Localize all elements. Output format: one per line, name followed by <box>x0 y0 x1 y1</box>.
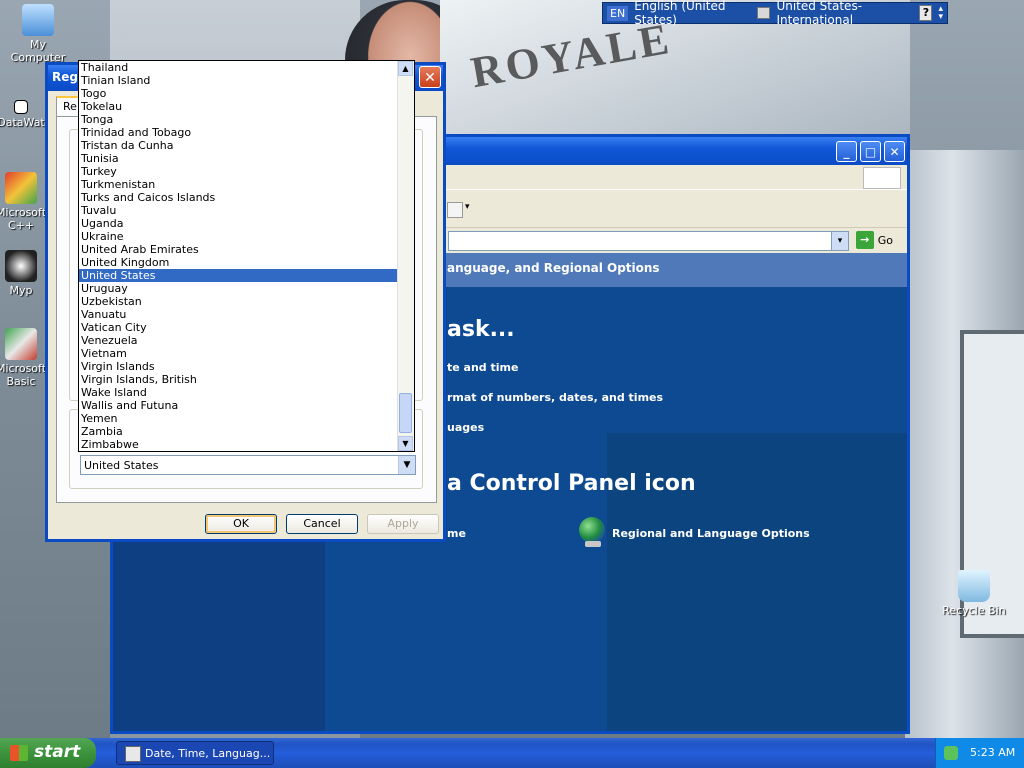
dropdown-option[interactable]: Tuvalu <box>79 204 398 217</box>
dropdown-option[interactable]: Tristan da Cunha <box>79 139 398 152</box>
language-bar[interactable]: EN English (United States) United States… <box>602 0 948 27</box>
go-button[interactable]: → Go <box>855 231 893 249</box>
desktop-icon-myp[interactable]: Myp <box>0 250 48 297</box>
keyboard-layout[interactable]: United States-International <box>776 0 913 27</box>
desktop-icon-datawat[interactable]: DataWat <box>0 100 48 129</box>
clock[interactable]: 5:23 AM <box>970 746 1015 759</box>
go-label: Go <box>877 233 893 247</box>
dropdown-option[interactable]: Tunisia <box>79 152 398 165</box>
desktop-icon-visual-basic[interactable]: Microsoft Basic <box>0 328 48 388</box>
visual-cpp-icon <box>5 172 37 204</box>
taskbar-item-date-time-language[interactable]: Date, Time, Languag... <box>116 741 274 765</box>
location-dropdown-list[interactable]: Thailand Tinian Island Togo Tokelau Tonga Tri… <box>78 60 415 452</box>
desktop-icon-recycle-bin[interactable]: Recycle Bin <box>938 570 1010 617</box>
dropdown-option[interactable]: Uganda <box>79 217 398 230</box>
network-icon[interactable] <box>944 746 958 760</box>
cancel-button[interactable]: Cancel <box>286 514 358 534</box>
scroll-down-button[interactable]: ▼ <box>398 436 413 451</box>
dropdown-option[interactable]: Yemen <box>79 412 398 425</box>
desktop-icon-label: Myp <box>9 284 33 297</box>
scroll-thumb[interactable] <box>399 393 412 433</box>
start-label: start <box>34 742 81 762</box>
task-link-number-format[interactable]: rmat of numbers, dates, and times <box>447 391 663 404</box>
dropdown-option[interactable]: Turkmenistan <box>79 178 398 191</box>
dropdown-option[interactable]: Uzbekistan <box>79 295 398 308</box>
dropdown-option[interactable]: United Kingdom <box>79 256 398 269</box>
dropdown-option[interactable]: Virgin Islands, British <box>79 373 398 386</box>
desktop-icon-my-computer[interactable]: My Computer <box>2 4 74 64</box>
globe-icon[interactable] <box>579 517 605 543</box>
dropdown-option[interactable]: Tokelau <box>79 100 398 113</box>
dropdown-option[interactable]: Tonga <box>79 113 398 126</box>
ok-button[interactable]: OK <box>205 514 277 534</box>
dropdown-option[interactable]: United States <box>79 269 398 282</box>
windows-logo-icon <box>863 167 901 189</box>
dropdown-option[interactable]: Wallis and Futuna <box>79 399 398 412</box>
keyboard-icon[interactable] <box>756 7 771 19</box>
date-time-item[interactable]: me <box>447 527 466 540</box>
scroll-up-button[interactable]: ▲ <box>398 61 413 76</box>
dropdown-scrollbar[interactable]: ▲ ▼ <box>397 61 414 451</box>
globe-stand-icon <box>585 541 601 547</box>
taskbar: start Date, Time, Languag... 5:23 AM <box>0 738 1024 768</box>
desktop-icon-label: Microsoft Basic <box>0 362 47 388</box>
dropdown-option[interactable]: Venezuela <box>79 334 398 347</box>
dropdown-option[interactable]: Vanuatu <box>79 308 398 321</box>
help-icon[interactable]: ? <box>919 5 933 21</box>
pick-task-heading: ask... <box>447 317 515 342</box>
myp-icon <box>5 250 37 282</box>
control-panel-icon <box>125 746 141 762</box>
desktop-icon-visual-cpp[interactable]: Microsoft C++ <box>0 172 48 232</box>
address-input[interactable]: ▾ <box>448 231 849 251</box>
regional-language-options-item[interactable]: Regional and Language Options <box>612 527 810 540</box>
location-value: United States <box>84 459 159 472</box>
desktop-icon-label: Recycle Bin <box>942 604 1006 617</box>
shortcut-icon <box>14 100 28 114</box>
views-icon[interactable] <box>447 202 463 218</box>
dropdown-option[interactable]: Vatican City <box>79 321 398 334</box>
chevron-down-icon[interactable]: ▼ <box>398 456 415 474</box>
dropdown-option[interactable]: Zimbabwe <box>79 438 398 451</box>
page-title: anguage, and Regional Options <box>447 261 660 275</box>
dropdown-option[interactable]: Turks and Caicos Islands <box>79 191 398 204</box>
language-name[interactable]: English (United States) <box>634 0 750 27</box>
dropdown-option[interactable]: Wake Island <box>79 386 398 399</box>
visual-basic-icon <box>5 328 37 360</box>
windows-flag-icon <box>10 745 28 761</box>
minimize-button[interactable]: _ <box>836 141 857 162</box>
dialog-close-button[interactable]: ✕ <box>419 66 441 88</box>
dropdown-option[interactable]: Ukraine <box>79 230 398 243</box>
my-computer-icon <box>22 4 54 36</box>
task-link-date-time[interactable]: te and time <box>447 361 518 374</box>
dropdown-items: Thailand Tinian Island Togo Tokelau Tonga Tri… <box>79 61 414 451</box>
apply-button[interactable]: Apply <box>367 514 439 534</box>
system-tray: 5:23 AM <box>935 738 1024 768</box>
taskbar-item-label: Date, Time, Languag... <box>145 747 271 760</box>
dropdown-option[interactable]: Vietnam <box>79 347 398 360</box>
maximize-button[interactable]: □ <box>860 141 881 162</box>
location-select[interactable]: United States ▼ <box>80 455 416 475</box>
desktop-icon-label: Microsoft C++ <box>0 206 47 232</box>
dropdown-option[interactable]: Thailand <box>79 61 398 74</box>
dropdown-option[interactable]: United Arab Emirates <box>79 243 398 256</box>
desktop-icon-label: DataWat <box>0 116 45 129</box>
dropdown-option[interactable]: Uruguay <box>79 282 398 295</box>
dropdown-option[interactable]: Togo <box>79 87 398 100</box>
recycle-bin-icon <box>958 570 990 602</box>
views-dropdown-icon[interactable]: ▾ <box>465 202 470 212</box>
dropdown-option[interactable]: Tinian Island <box>79 74 398 87</box>
pick-icon-heading: a Control Panel icon <box>447 471 696 496</box>
address-dropdown-icon[interactable]: ▾ <box>831 232 848 250</box>
dropdown-option[interactable]: Trinidad and Tobago <box>79 126 398 139</box>
go-arrow-icon: → <box>855 231 874 249</box>
start-button[interactable]: start <box>0 738 96 768</box>
close-button[interactable]: ✕ <box>884 141 905 162</box>
language-code[interactable]: EN <box>607 5 629 21</box>
desktop-icon-label: My Computer <box>10 38 66 64</box>
dropdown-option[interactable]: Zambia <box>79 425 398 438</box>
task-link-languages[interactable]: uages <box>447 421 484 434</box>
dropdown-option[interactable]: Turkey <box>79 165 398 178</box>
dropdown-option[interactable]: Virgin Islands <box>79 360 398 373</box>
language-bar-options-icon[interactable]: ▴ ▾ <box>938 5 943 22</box>
